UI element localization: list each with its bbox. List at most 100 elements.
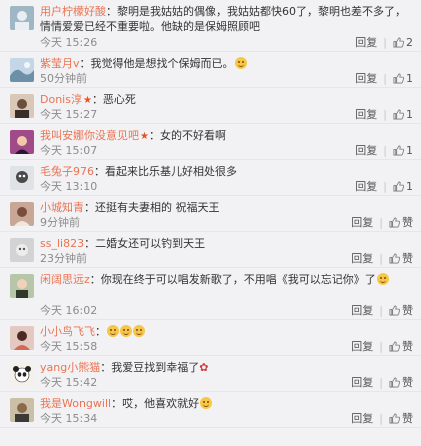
divider: | (383, 36, 387, 49)
rose-emoji-icon: ✿ (199, 361, 209, 374)
comment-username[interactable]: yang小熊猫 (40, 361, 100, 374)
divider: | (379, 304, 383, 317)
comment-time: 今天 15:42 (40, 376, 98, 389)
thumbs-up-icon (393, 145, 404, 156)
comment-text: ：我觉得他是想找个保姆而已。 (79, 57, 234, 70)
comment-meta: 50分钟前 回复 | 1 (40, 72, 413, 86)
reply-button[interactable]: 回复 (351, 216, 373, 229)
comment-body: ss_li823：二婚女还可以钓到天王 (40, 236, 413, 251)
comment-username[interactable]: Donis淳 (40, 93, 82, 106)
avatar[interactable] (10, 326, 34, 350)
avatar[interactable] (10, 130, 34, 154)
avatar[interactable] (10, 58, 34, 82)
divider: | (379, 376, 383, 389)
member-badge-icon: ★ (82, 95, 92, 106)
like-button[interactable]: 赞 (389, 304, 413, 317)
divider: | (383, 108, 387, 121)
thumbs-up-icon (393, 109, 404, 120)
thumbs-up-icon (393, 73, 404, 84)
comment-username[interactable]: 小小鸟飞飞 (40, 325, 95, 338)
comment-text: ：女的不好看啊 (148, 129, 226, 142)
like-button[interactable]: 赞 (389, 340, 413, 353)
comment-item: 闲阔思远z：你现在终于可以唱发新歌了，不用唱《我可以忘记你》了 今天 16:02… (0, 268, 421, 320)
comment-username[interactable]: 毛兔子976 (40, 165, 94, 178)
comment-username[interactable]: ss_li823 (40, 237, 84, 250)
like-button[interactable]: 1 (393, 108, 413, 121)
comment-body: 毛兔子976：看起来比乐基儿好相处很多 (40, 164, 413, 179)
comment-username[interactable]: 闲阔思远z (40, 273, 90, 286)
comment-body: 小小鸟飞飞： (40, 324, 413, 339)
comment-username[interactable]: 用户柠檬好酸 (40, 5, 106, 18)
like-button[interactable]: 赞 (389, 412, 413, 425)
comment-item: 小小鸟飞飞： 今天 15:58 回复 | 赞 (0, 320, 421, 356)
avatar[interactable] (10, 274, 34, 298)
like-count: 赞 (402, 304, 413, 317)
reply-button[interactable]: 回复 (351, 340, 373, 353)
thumbs-up-icon (389, 253, 400, 264)
smile-emoji-icon (200, 397, 213, 409)
like-button[interactable]: 1 (393, 72, 413, 85)
avatar[interactable] (10, 94, 34, 118)
divider: | (379, 216, 383, 229)
comment-item: yang小熊猫：我爱豆找到幸福了✿ 今天 15:42 回复 | 赞 (0, 356, 421, 392)
reply-button[interactable]: 回复 (355, 72, 377, 85)
comment-username[interactable]: 小城知青 (40, 201, 84, 214)
thumbs-up-icon (393, 37, 404, 48)
like-count: 赞 (402, 340, 413, 353)
like-button[interactable]: 赞 (389, 252, 413, 265)
comment-body: 我叫安娜你没意见吧★：女的不好看啊 (40, 128, 413, 144)
reply-button[interactable]: 回复 (355, 108, 377, 121)
comment-item: ss_li823：二婚女还可以钓到天王 23分钟前 回复 | 赞 (0, 232, 421, 268)
comment-text: ：恶心死 (91, 93, 136, 106)
comment-actions: 回复 | 1 (355, 72, 413, 86)
like-count: 赞 (402, 252, 413, 265)
like-count: 赞 (402, 412, 413, 425)
comment-item: 用户柠檬好酸：黎明是我姑姑的偶像，我姑姑都快60了，黎明也差不多了，情情爱爱已经… (0, 0, 421, 52)
comment-text: ： (95, 325, 106, 338)
avatar[interactable] (10, 398, 34, 422)
comment-body: 闲阔思远z：你现在终于可以唱发新歌了，不用唱《我可以忘记你》了 (40, 272, 413, 287)
comment-actions: 回复 | 赞 (351, 216, 413, 230)
comment-body: Donis淳★：恶心死 (40, 92, 413, 108)
comment-item: 我叫安娜你没意见吧★：女的不好看啊 今天 15:07 回复 | 1 (0, 124, 421, 160)
comment-meta: 今天 15:42 回复 | 赞 (40, 376, 413, 390)
reply-button[interactable]: 回复 (351, 252, 373, 265)
reply-button[interactable]: 回复 (351, 304, 373, 317)
like-button[interactable]: 1 (393, 180, 413, 193)
like-button[interactable]: 2 (393, 36, 413, 49)
comment-body: 紫莹月v：我觉得他是想找个保姆而已。 (40, 56, 413, 71)
comment-time: 今天 15:27 (40, 108, 98, 121)
avatar[interactable] (10, 362, 34, 386)
reply-button[interactable]: 回复 (355, 180, 377, 193)
reply-button[interactable]: 回复 (351, 412, 373, 425)
avatar[interactable] (10, 238, 34, 262)
comment-actions: 回复 | 赞 (351, 252, 413, 266)
comment-username[interactable]: 我是Wongwill (40, 397, 111, 410)
comment-time: 9分钟前 (40, 216, 80, 229)
like-button[interactable]: 1 (393, 144, 413, 157)
comment-item: 紫莹月v：我觉得他是想找个保姆而已。 50分钟前 回复 | 1 (0, 52, 421, 88)
divider: | (379, 412, 383, 425)
like-count: 1 (406, 180, 413, 193)
comment-actions: 回复 | 赞 (351, 376, 413, 390)
grin-emoji-icon (376, 273, 389, 285)
reply-button[interactable]: 回复 (351, 376, 373, 389)
like-button[interactable]: 赞 (389, 376, 413, 389)
comment-item: 我是Wongwill：哎，他喜欢就好 今天 15:34 回复 | 赞 (0, 392, 421, 428)
comment-meta: 今天 15:07 回复 | 1 (40, 144, 413, 158)
avatar[interactable] (10, 166, 34, 190)
like-count: 1 (406, 108, 413, 121)
like-count: 1 (406, 144, 413, 157)
avatar[interactable] (10, 6, 34, 30)
comment-time: 今天 15:26 (40, 36, 98, 49)
reply-button[interactable]: 回复 (355, 36, 377, 49)
like-button[interactable]: 赞 (389, 216, 413, 229)
comment-body: yang小熊猫：我爱豆找到幸福了✿ (40, 360, 413, 375)
comment-username[interactable]: 紫莹月v (40, 57, 80, 70)
thumbs-up-icon (389, 341, 400, 352)
reply-button[interactable]: 回复 (355, 144, 377, 157)
comment-meta: 今天 15:58 回复 | 赞 (40, 340, 413, 354)
avatar[interactable] (10, 202, 34, 226)
comment-meta: 今天 15:27 回复 | 1 (40, 108, 413, 122)
comment-username[interactable]: 我叫安娜你没意见吧 (40, 129, 139, 142)
